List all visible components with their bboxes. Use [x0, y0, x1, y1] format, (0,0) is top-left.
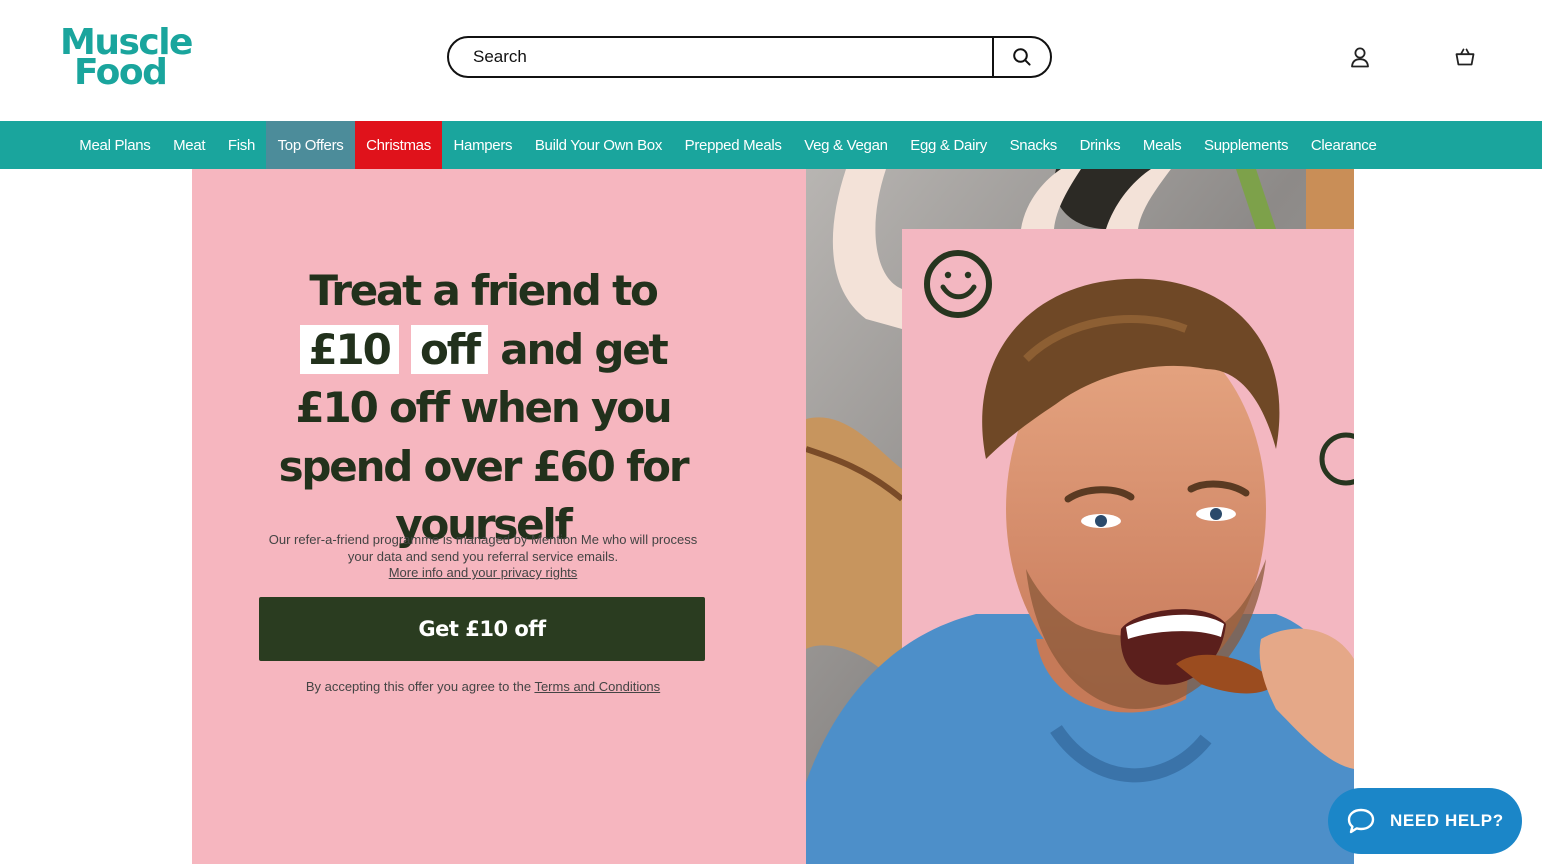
nav-item-veg-vegan[interactable]: Veg & Vegan — [793, 121, 899, 169]
get-discount-button[interactable]: Get £10 off — [259, 597, 705, 661]
nav-item-meals[interactable]: Meals — [1132, 121, 1193, 169]
privacy-rights-link[interactable]: More info and your privacy rights — [389, 565, 578, 580]
headline-highlight-amount: £10 — [299, 324, 399, 374]
user-icon — [1351, 47, 1369, 68]
terms-notice: By accepting this offer you agree to the… — [260, 679, 706, 694]
basket-button[interactable] — [1453, 45, 1477, 69]
nav-item-snacks[interactable]: Snacks — [998, 121, 1068, 169]
nav-item-fish[interactable]: Fish — [217, 121, 267, 169]
site-header: Muscle Food — [0, 0, 1542, 121]
search-bar — [447, 36, 1052, 78]
search-icon — [1013, 48, 1031, 66]
headline-highlight-off: off — [411, 324, 488, 374]
privacy-disclaimer: Our refer-a-friend programme is managed … — [260, 532, 706, 582]
nav-item-christmas[interactable]: Christmas — [354, 121, 443, 169]
nav-item-clearance[interactable]: Clearance — [1300, 121, 1388, 169]
man-eating-photo — [806, 169, 1354, 864]
chat-bubble-icon — [1347, 808, 1375, 834]
nav-item-hampers[interactable]: Hampers — [442, 121, 523, 169]
terms-link[interactable]: Terms and Conditions — [534, 679, 660, 694]
nav-item-supplements[interactable]: Supplements — [1193, 121, 1300, 169]
need-help-button[interactable]: NEED HELP? — [1328, 788, 1522, 854]
hero-photo-collage — [806, 169, 1354, 864]
nav-item-build-your-own-box[interactable]: Build Your Own Box — [524, 121, 674, 169]
musclefood-logo[interactable]: Muscle Food — [60, 25, 200, 90]
terms-text: By accepting this offer you agree to the — [305, 679, 532, 694]
nav-item-drinks[interactable]: Drinks — [1068, 121, 1131, 169]
need-help-label: NEED HELP? — [1390, 811, 1504, 830]
nav-item-prepped-meals[interactable]: Prepped Meals — [673, 121, 793, 169]
account-button[interactable] — [1348, 45, 1372, 69]
nav-item-meal-plans[interactable]: Meal Plans — [68, 121, 162, 169]
search-input[interactable] — [449, 38, 992, 76]
search-button[interactable] — [992, 38, 1050, 76]
basket-icon — [1455, 48, 1475, 66]
nav-item-top-offers[interactable]: Top Offers — [266, 121, 355, 169]
disclaimer-text: Our refer-a-friend programme is managed … — [268, 532, 698, 564]
referral-headline: Treat a friend to £10 off and get £10 of… — [260, 262, 706, 555]
nav-item-egg-dairy[interactable]: Egg & Dairy — [899, 121, 998, 169]
main-navigation: Meal Plans Meat Fish Top Offers Christma… — [0, 121, 1542, 169]
headline-part-1: Treat a friend to — [309, 266, 658, 315]
nav-item-meat[interactable]: Meat — [162, 121, 217, 169]
